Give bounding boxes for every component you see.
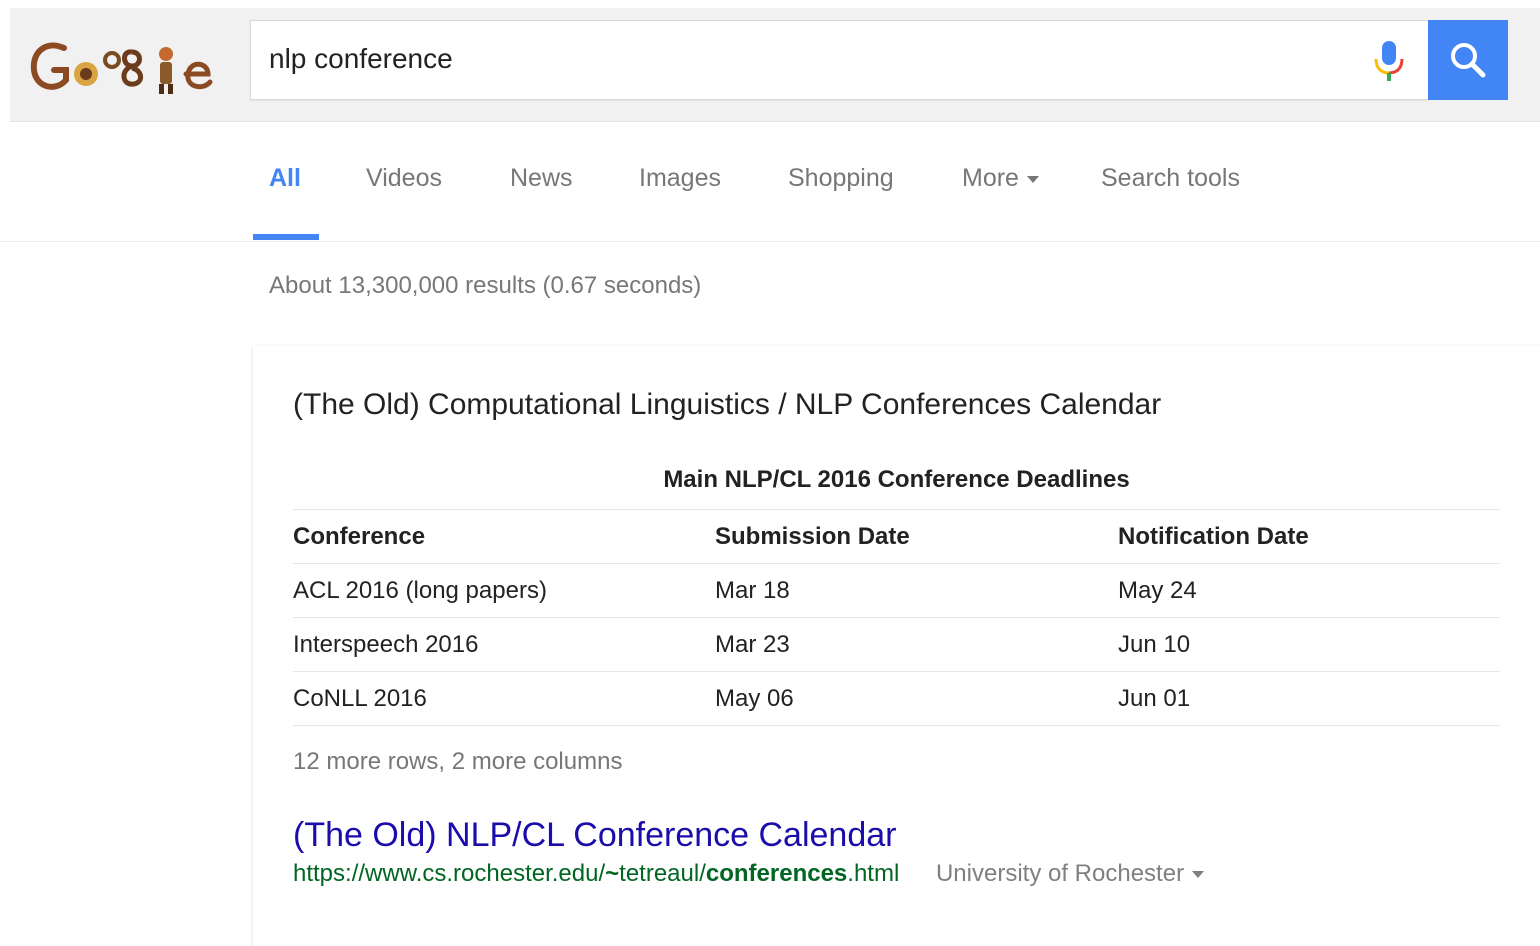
- table-caption: Main NLP/CL 2016 Conference Deadlines: [663, 466, 1130, 493]
- chevron-down-icon: [1192, 871, 1205, 879]
- more-rows-link[interactable]: 12 more rows, 2 more columns: [293, 748, 622, 776]
- url-part: .html: [847, 860, 900, 887]
- tab-news[interactable]: News: [510, 164, 573, 193]
- result-url[interactable]: https://www.cs.rochester.edu/~tetreaul/c…: [293, 860, 899, 887]
- tab-videos[interactable]: Videos: [366, 164, 442, 193]
- search-tabs: All Videos News Images Shopping More Sea…: [0, 122, 1540, 242]
- table-cell: May 24: [1118, 577, 1197, 604]
- source-dropdown[interactable]: University of Rochester: [935, 860, 1205, 887]
- table-cell: CoNLL 2016: [293, 685, 427, 712]
- table-cell: Interspeech 2016: [293, 631, 479, 658]
- column-header: Conference: [293, 523, 426, 550]
- microphone-icon[interactable]: [1371, 39, 1407, 83]
- table-cell: ACL 2016 (long papers): [293, 577, 547, 604]
- result-url-line: https://www.cs.rochester.edu/~tetreaul/c…: [293, 860, 1205, 888]
- tab-all[interactable]: All: [269, 164, 301, 193]
- result-link-title[interactable]: (The Old) NLP/CL Conference Calendar: [293, 816, 896, 855]
- table-cell: Jun 01: [1118, 685, 1191, 712]
- url-bold-part: conferences: [705, 860, 848, 887]
- column-header: Submission Date: [715, 523, 910, 550]
- search-input[interactable]: [269, 39, 1349, 79]
- tab-shopping[interactable]: Shopping: [788, 164, 894, 193]
- tab-images[interactable]: Images: [639, 164, 721, 193]
- tab-more-label: More: [962, 164, 1019, 192]
- table-header-row: Conference Submission Date Notification …: [293, 510, 1500, 564]
- tab-search-tools[interactable]: Search tools: [1101, 164, 1240, 193]
- url-bold-part: ~: [605, 860, 620, 887]
- url-part: tetreaul/: [619, 860, 706, 887]
- tab-more[interactable]: More: [962, 164, 1039, 193]
- search-box: [250, 20, 1430, 100]
- source-name: University of Rochester: [935, 860, 1185, 887]
- table-cell: May 06: [715, 685, 794, 712]
- google-doodle-logo[interactable]: [24, 30, 234, 100]
- active-tab-indicator: [253, 234, 319, 240]
- table-row: ACL 2016 (long papers) Mar 18 May 24: [293, 564, 1500, 618]
- search-button[interactable]: [1428, 20, 1508, 100]
- chevron-down-icon: [1026, 175, 1039, 183]
- featured-snippet-card: (The Old) Computational Linguistics / NL…: [253, 346, 1540, 946]
- table-row: Interspeech 2016 Mar 23 Jun 10: [293, 618, 1500, 672]
- top-bar: [10, 8, 1540, 122]
- search-icon: [1451, 43, 1486, 78]
- table-row: CoNLL 2016 May 06 Jun 01: [293, 672, 1500, 726]
- column-header: Notification Date: [1118, 523, 1309, 550]
- snippet-title: (The Old) Computational Linguistics / NL…: [293, 388, 1162, 421]
- table-cell: Mar 18: [715, 577, 790, 604]
- table-cell: Mar 23: [715, 631, 790, 658]
- result-stats: About 13,300,000 results (0.67 seconds): [269, 272, 702, 299]
- url-part: https://www.cs.rochester.edu/: [293, 860, 606, 887]
- table-cell: Jun 10: [1118, 631, 1191, 658]
- deadlines-table: Conference Submission Date Notification …: [293, 509, 1500, 726]
